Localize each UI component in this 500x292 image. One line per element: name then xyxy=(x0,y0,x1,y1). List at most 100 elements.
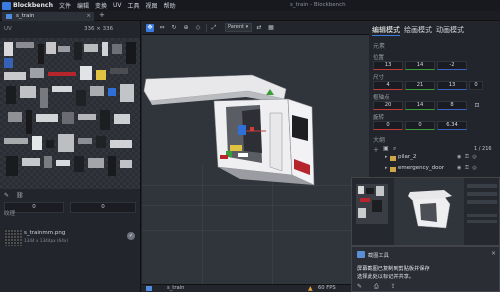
pivot-x-input[interactable]: 20 xyxy=(373,101,403,110)
texture-header: 纹理 xyxy=(4,211,16,217)
pivot-z-input[interactable]: 8 xyxy=(437,101,467,110)
screenshot-thumbnail xyxy=(352,178,499,245)
position-y-input[interactable]: 14 xyxy=(405,61,435,70)
pivot-tool-icon[interactable]: ⊕ xyxy=(182,24,190,32)
rotate-tool-icon[interactable]: ↻ xyxy=(170,24,178,32)
pivot-y-input[interactable]: 14 xyxy=(405,101,435,110)
tab-bar: s_train × + xyxy=(0,11,500,21)
transform-space-select[interactable]: Parent ▾ xyxy=(225,23,252,32)
size-x-input[interactable]: 4 xyxy=(373,81,403,90)
outliner-item[interactable]: ▸ pilar_2 ◉ ⚿ ◎ xyxy=(369,154,500,163)
texture-name[interactable]: s_trainmm.png xyxy=(24,230,65,236)
uv-inputs: 0 0 xyxy=(0,202,141,214)
add-cube-icon[interactable]: ＋ xyxy=(373,145,379,154)
uv-size: 336 × 336 xyxy=(84,26,114,32)
screenshot-notification[interactable]: 截图工具 × 屏幕截图已复制到剪贴板并保存 选择此处以标记并共享。 ✎ ⎙ ⇪ xyxy=(351,246,500,292)
menu-help[interactable]: 帮助 xyxy=(164,1,176,10)
texture-used-icon: ✓ xyxy=(127,232,135,240)
add-group-icon[interactable]: ▣ xyxy=(383,145,389,152)
folder-icon xyxy=(390,156,396,161)
chevron-right-icon[interactable]: ▸ xyxy=(385,154,388,160)
position-z-input[interactable]: -2 xyxy=(437,61,467,70)
tab-s-train[interactable]: s_train × xyxy=(2,12,94,21)
viewport-3d[interactable] xyxy=(142,35,369,284)
menu-uv[interactable]: UV xyxy=(113,2,122,9)
link-icon[interactable]: ⛓ xyxy=(16,192,24,199)
warning-icon[interactable]: ▲ xyxy=(308,285,314,292)
mirror-icon[interactable]: ⇄ xyxy=(255,24,263,32)
position-row: 位置 13 14 -2 xyxy=(369,55,500,73)
uv-label: UV xyxy=(4,26,12,32)
menu-edit[interactable]: 编辑 xyxy=(77,1,89,10)
chevron-down-icon: ▾ xyxy=(245,24,249,30)
chevron-right-icon[interactable]: ▸ xyxy=(385,165,388,171)
window-title: s_train - Blockbench xyxy=(290,2,346,8)
notification-line1: 屏幕截图已复制到剪贴板并保存 xyxy=(357,266,430,272)
texture-list: s_trainmm.png 1344 x 1344px (64x) ✓ xyxy=(0,221,141,261)
position-label: 位置 xyxy=(373,55,385,61)
scale-tool-icon[interactable]: ⤢ xyxy=(210,24,218,32)
position-x-input[interactable]: 13 xyxy=(373,61,403,70)
tab-paint-mode[interactable]: 绘画模式 xyxy=(404,25,432,35)
uv-editor[interactable] xyxy=(0,38,140,189)
screenshot-preview[interactable] xyxy=(351,177,500,246)
status-bar: s_train ▲ 60 FPS xyxy=(142,284,369,292)
move-tool-icon[interactable]: ✥ xyxy=(146,24,154,32)
tab-animate-mode[interactable]: 动画模式 xyxy=(436,25,464,35)
add-tab-button[interactable]: + xyxy=(99,11,105,19)
rotation-z-input[interactable]: 6.34 xyxy=(437,121,467,130)
menu-tools[interactable]: 工具 xyxy=(128,1,140,10)
size-label: 尺寸 xyxy=(373,75,385,81)
resize-tool-icon[interactable]: ⇔ xyxy=(158,24,166,32)
search-icon[interactable]: ⌕ xyxy=(393,145,396,153)
pivot-row: 枢轴点 20 14 8 ⊡ xyxy=(369,95,500,113)
texture-info: 1344 x 1344px (64x) xyxy=(24,238,68,243)
visibility-icons[interactable]: ◉ ⚿ ◎ xyxy=(457,165,478,171)
screenshot-icon xyxy=(357,251,365,258)
outliner-header: 大纲 xyxy=(369,134,500,144)
model-icon xyxy=(6,14,12,19)
outliner-toolbar: ＋ ▣ ⌕ 1 / 216 xyxy=(369,145,500,154)
center-pivot-icon[interactable]: ⊡ xyxy=(473,101,481,110)
rotation-label: 旋转 xyxy=(373,115,385,121)
menu-view[interactable]: 视图 xyxy=(146,1,158,10)
tab-label: s_train xyxy=(16,13,35,19)
blockbench-logo xyxy=(2,1,11,10)
size-row: 尺寸 4 21 13 0 xyxy=(369,75,500,93)
mode-selector: 编辑模式 绘画模式 动画模式 xyxy=(369,24,500,36)
outliner-item[interactable]: ▸ emergency_door ◉ ⚿ ◎ xyxy=(369,165,500,174)
rotation-x-input[interactable]: 0 xyxy=(373,121,403,130)
notification-actions[interactable]: ✎ ⎙ ⇪ xyxy=(357,283,401,291)
vertex-tool-icon[interactable]: ◇ xyxy=(194,24,202,32)
close-icon[interactable]: × xyxy=(491,250,496,257)
outliner-count: 1 / 216 xyxy=(474,146,492,152)
rotation-row: 旋转 0 0 6.34 xyxy=(369,115,500,133)
outliner-title: 大纲 xyxy=(373,137,386,144)
size-y-input[interactable]: 21 xyxy=(405,81,435,90)
rotation-y-input[interactable]: 0 xyxy=(405,121,435,130)
folder-icon xyxy=(390,167,396,172)
uv-input-y[interactable]: 0 xyxy=(70,202,136,213)
texture-thumbnail[interactable] xyxy=(4,229,22,246)
fps-display: 60 FPS xyxy=(318,285,336,291)
tab-edit-mode[interactable]: 编辑模式 xyxy=(372,25,400,36)
snap-icon[interactable]: ▦ xyxy=(267,24,275,32)
inflate-input[interactable]: 0 xyxy=(469,81,483,90)
left-panel: UV 336 × 336 ✎ ⛓ 0 0 纹理 s_trainmm.png 13… xyxy=(0,21,141,292)
viewport-toolbar: ✥ ⇔ ↻ ⊕ ◇ ⤢ Parent ▾ ⇄ ▦ xyxy=(142,21,369,35)
visibility-icons[interactable]: ◉ ⚿ ◎ xyxy=(457,154,478,160)
app-name: Blockbench xyxy=(13,2,53,9)
pencil-icon[interactable]: ✎ xyxy=(4,192,9,199)
element-header: 元素 xyxy=(373,43,386,50)
notification-title: 截图工具 xyxy=(368,253,389,259)
train-model[interactable] xyxy=(142,35,369,284)
notification-line2: 选择此处以标记并共享。 xyxy=(357,274,415,280)
menu-bar: Blockbench 文件 编辑 变换 UV 工具 视图 帮助 s_train … xyxy=(0,0,500,11)
pivot-label: 枢轴点 xyxy=(373,95,390,101)
close-icon[interactable]: × xyxy=(86,12,91,21)
uv-header: UV 336 × 336 xyxy=(0,25,141,35)
menu-file[interactable]: 文件 xyxy=(59,1,71,10)
size-z-input[interactable]: 13 xyxy=(437,81,467,90)
menu-transform[interactable]: 变换 xyxy=(95,1,107,10)
outliner-item-name: emergency_door xyxy=(398,165,445,171)
